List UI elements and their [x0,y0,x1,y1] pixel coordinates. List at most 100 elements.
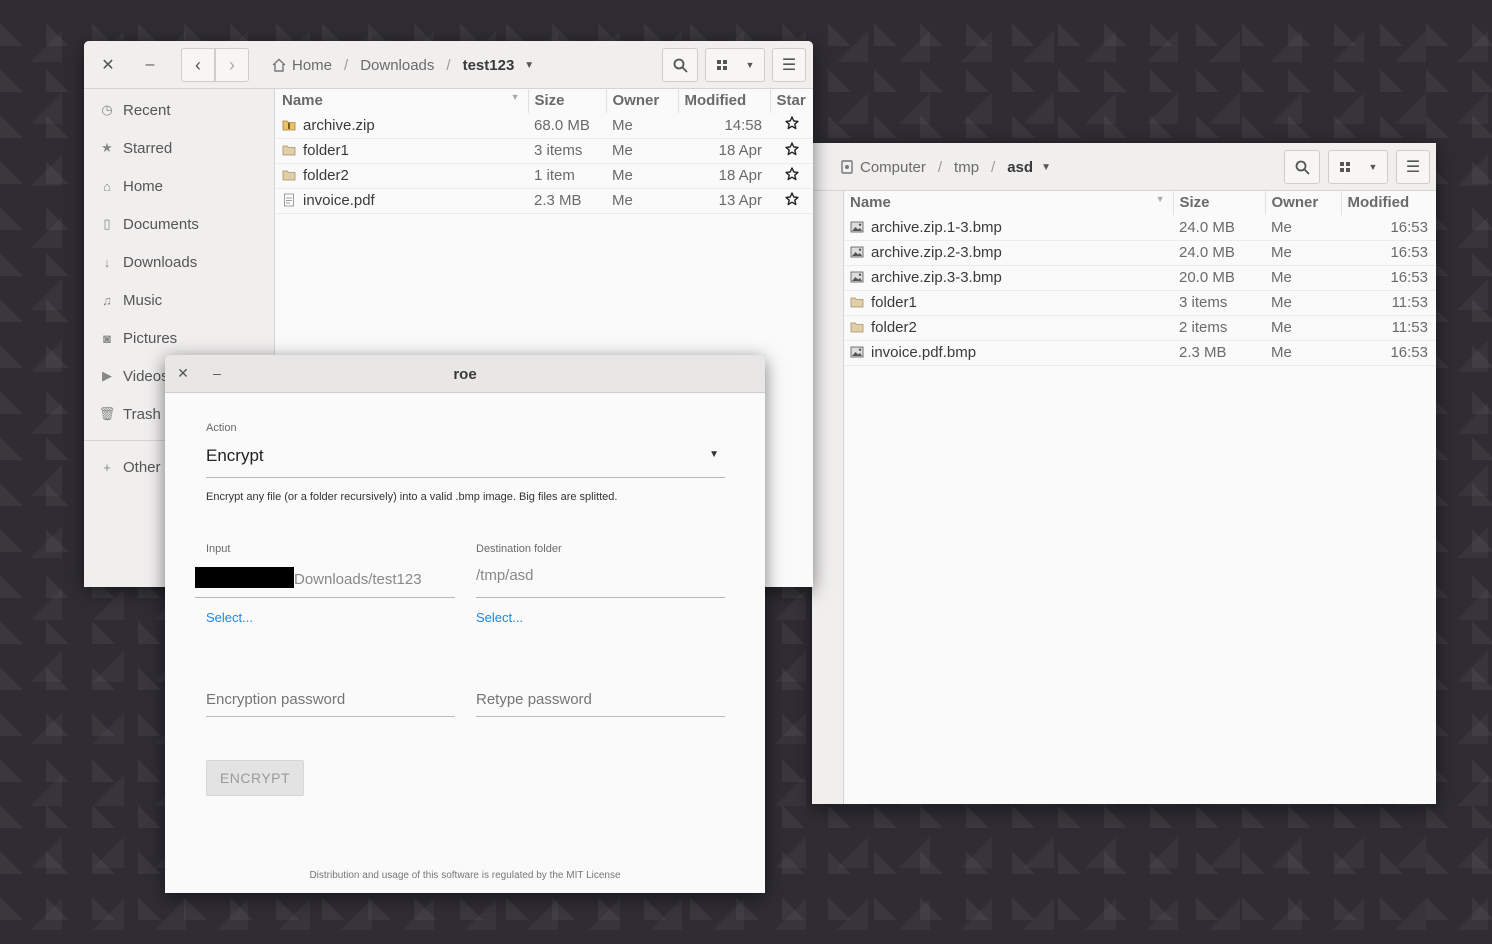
sidebar-item-pictures[interactable]: ◙ Pictures [84,319,274,357]
sort-down-icon: ▼ [510,91,520,102]
search-icon [1295,160,1310,175]
file-name-cell: folder2 [276,163,528,189]
input-path-field[interactable]: Downloads/test123 [195,567,455,598]
destination-select-link[interactable]: Select... [476,610,523,625]
star-outline-icon [784,166,799,180]
column-name[interactable]: Name ▼ [844,189,1174,215]
destination-path-field[interactable]: /tmp/asd [476,567,725,598]
star-toggle[interactable] [770,138,813,164]
home-icon [272,58,286,72]
column-size[interactable]: Size [528,87,607,113]
home-icon: ⌂ [103,178,111,194]
menu-button[interactable]: ☰ [772,48,806,82]
file-name-cell: invoice.pdf [276,188,528,214]
breadcrumb-tmp[interactable]: tmp [954,159,979,176]
file-row[interactable]: folder1 3 items Me 11:53 [844,290,1436,316]
file-modified: 18 Apr [678,163,770,189]
back-button[interactable]: ‹ [181,48,215,82]
file-row[interactable]: archive.zip.1-3.bmp 24.0 MB Me 16:53 [844,215,1436,241]
file-row[interactable]: archive.zip.2-3.bmp 24.0 MB Me 16:53 [844,240,1436,266]
file-modified: 11:53 [1341,315,1436,341]
download-icon: ↓ [103,254,111,270]
sidebar-edge [812,191,844,804]
file-name: archive.zip.3-3.bmp [871,269,1002,286]
headerbar: Computer / tmp / asd ▼ ▼ ☰ [812,143,1436,191]
file-row[interactable]: folder1 3 items Me 18 Apr [276,138,813,164]
breadcrumb-asd[interactable]: asd [1007,159,1033,176]
chevron-left-icon: ‹ [195,54,201,75]
star-toggle[interactable] [770,163,813,189]
column-owner[interactable]: Owner [1265,189,1342,215]
column-size[interactable]: Size [1173,189,1266,215]
action-label: Action [206,422,237,434]
sidebar-item-starred[interactable]: ★ Starred [84,129,274,167]
file-size: 24.0 MB [1173,240,1265,266]
column-owner[interactable]: Owner [606,87,679,113]
star-toggle[interactable] [770,188,813,214]
hamburger-icon: ☰ [781,57,797,74]
encryption-password-input[interactable] [206,683,455,717]
file-size: 2.3 MB [1173,340,1265,366]
folder-icon [850,297,864,308]
column-modified[interactable]: Modified [678,87,771,113]
search-button[interactable] [662,48,698,82]
breadcrumb-home[interactable]: Home [292,57,332,74]
view-toggle-button[interactable]: ▼ [1328,150,1388,184]
chevron-down-icon[interactable]: ▼ [524,60,534,71]
column-modified[interactable]: Modified [1341,189,1436,215]
file-row[interactable]: folder2 2 items Me 11:53 [844,315,1436,341]
sidebar-item-documents[interactable]: ▯ Documents [84,205,274,243]
file-row[interactable]: archive.zip 68.0 MB Me 14:58 [276,113,813,139]
minimize-button[interactable]: – [138,53,162,77]
retype-password-input[interactable] [476,683,725,717]
view-toggle-button[interactable]: ▼ [705,48,765,82]
chevron-down-icon[interactable]: ▼ [1041,162,1051,173]
search-button[interactable] [1284,150,1320,184]
search-icon [673,58,688,73]
file-name-cell: archive.zip.3-3.bmp [844,265,1173,291]
file-modified: 11:53 [1341,290,1436,316]
file-size: 3 items [1173,290,1265,316]
file-name: archive.zip [303,116,375,134]
file-row[interactable]: archive.zip.3-3.bmp 20.0 MB Me 16:53 [844,265,1436,291]
folder-icon [282,170,296,181]
column-name[interactable]: Name ▼ [276,87,529,113]
star-toggle[interactable] [770,113,813,139]
column-star[interactable]: Star [770,87,813,113]
menu-button[interactable]: ☰ [1396,150,1430,184]
encrypt-button[interactable]: ENCRYPT [206,760,304,796]
file-size: 1 item [528,163,606,189]
file-owner: Me [1265,340,1341,366]
file-modified: 16:53 [1341,265,1436,291]
file-name: archive.zip.2-3.bmp [871,244,1002,261]
chevron-down-icon: ▼ [1368,162,1378,172]
file-name-cell: folder2 [844,315,1173,341]
breadcrumb-downloads[interactable]: Downloads [360,57,434,74]
breadcrumb-test123[interactable]: test123 [463,57,515,74]
breadcrumb-computer[interactable]: Computer [860,159,926,176]
sidebar-item-home[interactable]: ⌂ Home [84,167,274,205]
archive-icon [282,120,296,131]
file-name-cell: archive.zip.1-3.bmp [844,215,1173,241]
file-modified: 16:53 [1341,240,1436,266]
forward-button[interactable]: › [215,48,249,82]
file-name: folder1 [871,294,917,311]
clock-icon: ◷ [101,102,113,117]
file-row[interactable]: invoice.pdf 2.3 MB Me 13 Apr [276,188,813,214]
input-label: Input [206,543,231,555]
file-row[interactable]: folder2 1 item Me 18 Apr [276,163,813,189]
close-button[interactable]: ✕ [96,53,120,77]
roe-dialog: ✕ – roe Action Encrypt ▼ Encrypt any fil… [165,355,765,893]
file-row[interactable]: invoice.pdf.bmp 2.3 MB Me 16:53 [844,340,1436,366]
sidebar-item-music[interactable]: ♫ Music [84,281,274,319]
file-owner: Me [1265,290,1341,316]
input-select-link[interactable]: Select... [206,610,253,625]
sidebar-item-recent[interactable]: ◷ Recent [84,91,274,129]
file-list: Name ▼ Size Owner Modified archive.zip.1-… [844,189,1436,366]
sidebar-item-downloads[interactable]: ↓ Downloads [84,243,274,281]
star-icon: ★ [101,140,113,155]
plus-icon: + [103,459,111,475]
action-select[interactable]: Encrypt ▼ [206,443,725,478]
image-file-icon [850,246,864,258]
trash-icon: 🗑 [98,406,116,421]
